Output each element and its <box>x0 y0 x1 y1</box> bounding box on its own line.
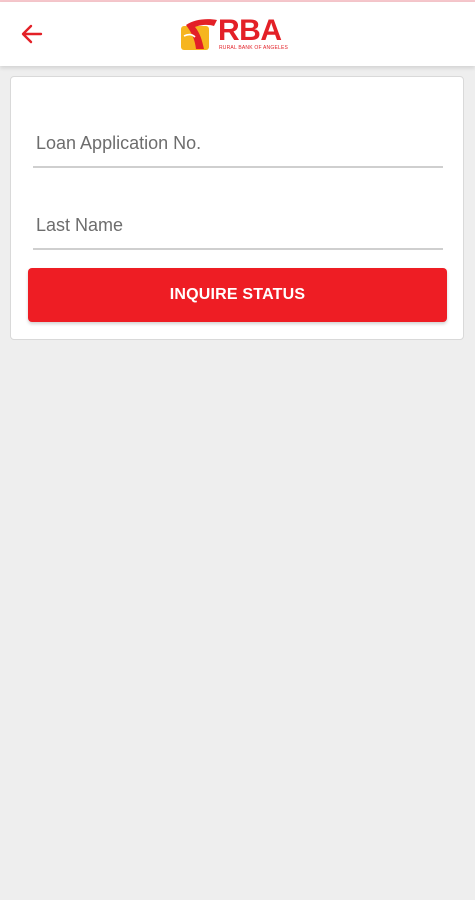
last-name-input[interactable] <box>33 212 449 238</box>
logo-text: RBA <box>218 14 282 47</box>
rba-logo: RBA RURAL BANK OF ANGELES <box>178 14 302 54</box>
logo-subtext: RURAL BANK OF ANGELES <box>219 45 289 51</box>
arrow-left-icon <box>21 24 43 44</box>
rba-mark-icon <box>181 19 217 50</box>
app-bar: RBA RURAL BANK OF ANGELES <box>0 2 475 66</box>
inquire-status-button[interactable]: INQUIRE STATUS <box>28 268 447 322</box>
loan-application-input[interactable] <box>33 130 449 156</box>
back-button[interactable] <box>12 16 52 52</box>
loan-application-field <box>33 120 449 168</box>
last-name-field <box>33 202 449 250</box>
